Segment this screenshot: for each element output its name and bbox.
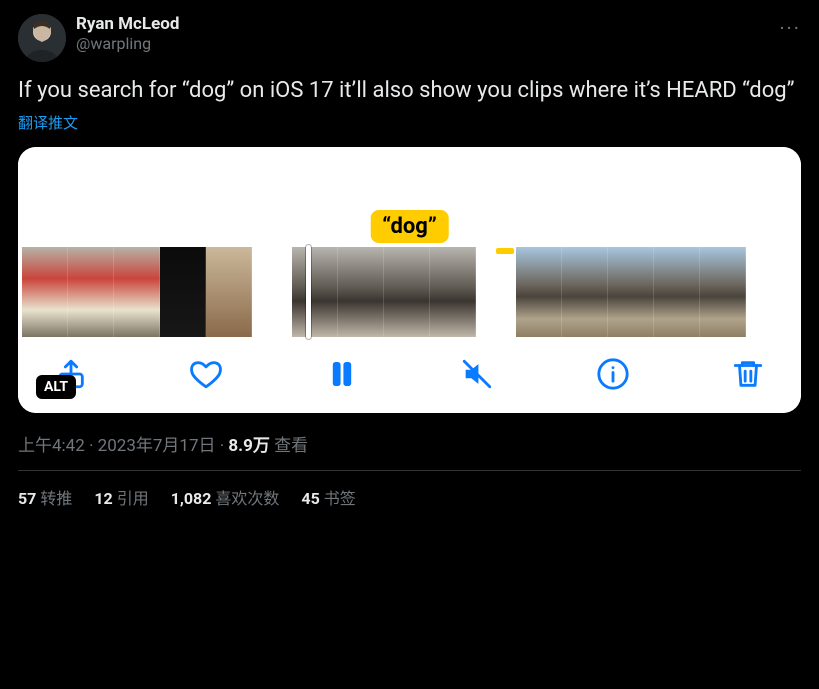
trash-icon[interactable]	[731, 357, 765, 391]
tweet-meta[interactable]: 上午4:42 · 2023年7月17日 · 8.9万 查看	[18, 431, 801, 456]
video-timeline[interactable]	[18, 247, 801, 337]
stat-likes[interactable]: 1,082喜欢次数	[171, 485, 280, 509]
tweet-container: Ryan McLeod @warpling ··· If you search …	[0, 0, 819, 509]
clip-frame	[516, 247, 562, 337]
alt-badge[interactable]: ALT	[36, 375, 76, 399]
clip-frame	[700, 247, 746, 337]
pause-icon[interactable]	[325, 357, 359, 391]
playhead[interactable]	[306, 245, 311, 339]
clip-frame	[608, 247, 654, 337]
stat-bookmarks[interactable]: 45书签	[301, 485, 355, 509]
handle: @warpling	[76, 34, 179, 53]
clip-frame	[562, 247, 608, 337]
info-icon[interactable]	[596, 357, 630, 391]
avatar[interactable]	[18, 14, 66, 62]
clip-frame	[292, 247, 338, 337]
caption-marker	[496, 248, 514, 254]
clip-frame	[384, 247, 430, 337]
clip-frame	[68, 247, 114, 337]
clip-frame	[22, 247, 68, 337]
clip-frame	[430, 247, 476, 337]
translate-link[interactable]: 翻译推文	[18, 112, 801, 133]
clip-thumbnail-group[interactable]	[292, 247, 476, 337]
clip-frame	[160, 247, 206, 337]
clip-thumbnail-group[interactable]	[516, 247, 746, 337]
stat-retweets[interactable]: 57转推	[18, 485, 72, 509]
media-card[interactable]: “dog”	[18, 147, 801, 413]
display-name: Ryan McLeod	[76, 14, 179, 34]
tweet-text: If you search for “dog” on iOS 17 it’ll …	[18, 76, 801, 106]
meta-time: 上午4:42	[18, 436, 85, 456]
meta-views-label: 查看	[270, 436, 308, 456]
mute-icon[interactable]	[460, 357, 494, 391]
clip-frame	[114, 247, 160, 337]
meta-views-count: 8.9万	[228, 436, 269, 456]
clip-thumbnail-group[interactable]	[22, 247, 252, 337]
tweet-header: Ryan McLeod @warpling ···	[18, 14, 801, 62]
user-block[interactable]: Ryan McLeod @warpling	[76, 14, 179, 53]
clip-frame	[206, 247, 252, 337]
clip-frame	[338, 247, 384, 337]
meta-sep: ·	[216, 436, 229, 456]
meta-date: 2023年7月17日	[98, 436, 216, 456]
stat-quotes[interactable]: 12引用	[94, 485, 148, 509]
clip-frame	[654, 247, 700, 337]
media-controls	[18, 337, 801, 413]
caption-bubble: “dog”	[370, 210, 449, 243]
meta-sep: ·	[85, 436, 98, 456]
media-top: “dog”	[18, 147, 801, 247]
heart-icon[interactable]	[189, 357, 223, 391]
tweet-stats: 57转推 12引用 1,082喜欢次数 45书签	[18, 471, 801, 509]
more-icon[interactable]: ···	[779, 16, 801, 40]
